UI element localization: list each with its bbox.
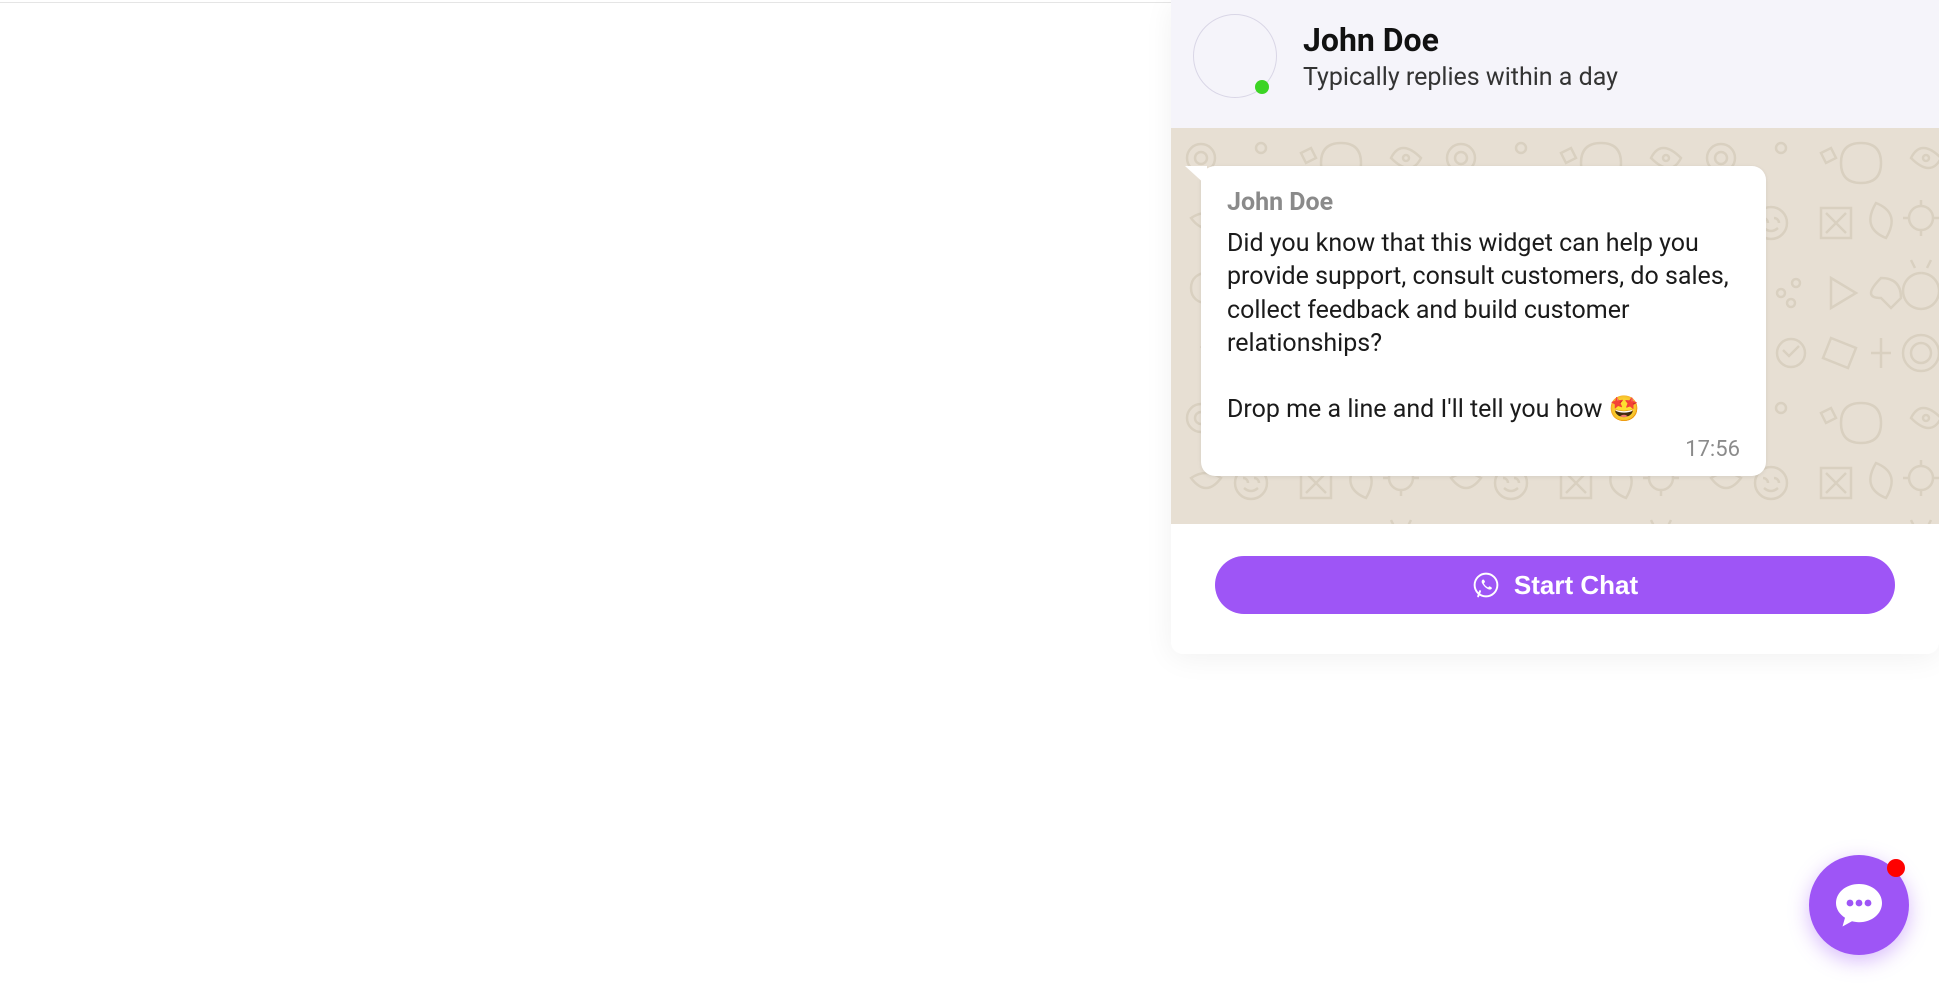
contact-name: John Doe	[1303, 21, 1618, 59]
start-chat-button[interactable]: Start Chat	[1215, 556, 1895, 614]
chat-bubble-icon	[1832, 878, 1886, 932]
chat-header: John Doe Typically replies within a day	[1171, 0, 1939, 128]
reply-time-text: Typically replies within a day	[1303, 63, 1618, 92]
message-sender: John Doe	[1227, 188, 1740, 217]
notification-badge	[1887, 859, 1905, 877]
chat-launcher-button[interactable]	[1809, 855, 1909, 955]
chat-footer: Start Chat	[1171, 524, 1939, 654]
message-text: Did you know that this widget can help y…	[1227, 227, 1740, 427]
chat-widget: John Doe Typically replies within a day	[1171, 0, 1939, 654]
message-bubble-wrap: John Doe Did you know that this widget c…	[1171, 128, 1939, 508]
avatar	[1193, 14, 1277, 98]
chat-body: John Doe Did you know that this widget c…	[1171, 128, 1939, 524]
start-chat-label: Start Chat	[1514, 570, 1638, 601]
header-text: John Doe Typically replies within a day	[1303, 21, 1618, 92]
presence-indicator	[1255, 80, 1269, 94]
message-time: 17:56	[1227, 437, 1740, 462]
whatsapp-icon	[1472, 571, 1500, 599]
message-bubble: John Doe Did you know that this widget c…	[1201, 166, 1766, 476]
